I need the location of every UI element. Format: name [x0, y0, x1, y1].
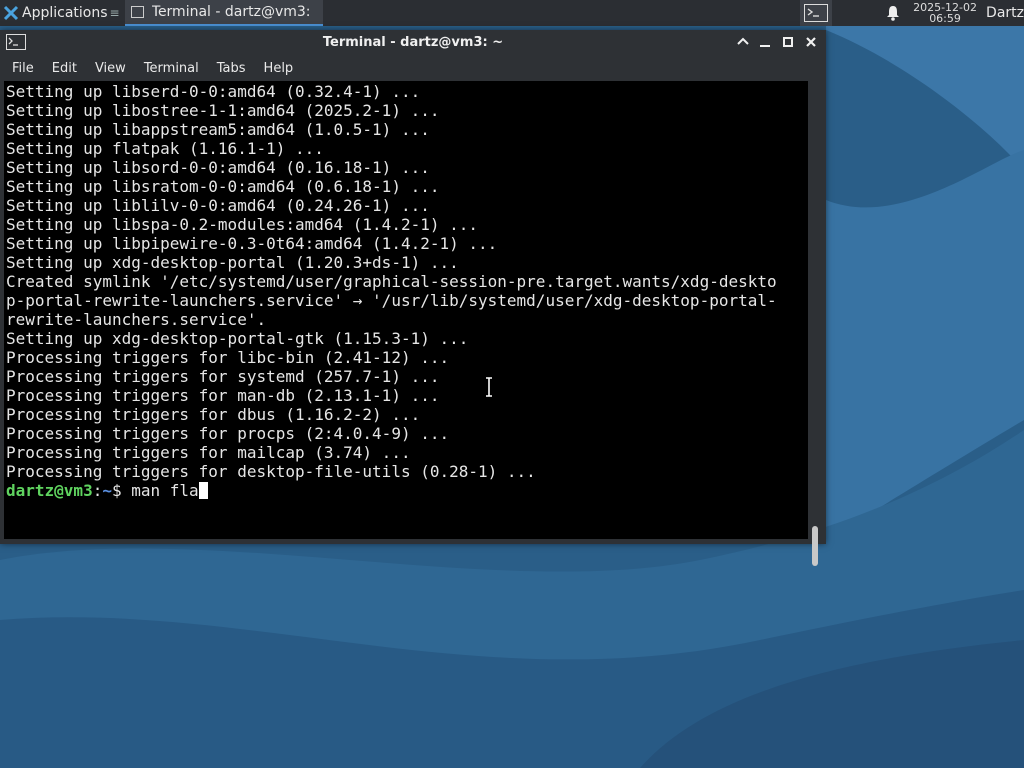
- maximize-button[interactable]: [779, 33, 797, 51]
- user-menu[interactable]: Dartz: [986, 5, 1024, 21]
- output-line: Processing triggers for systemd (257.7-1…: [6, 367, 440, 386]
- applications-menu-button[interactable]: Applications ≡: [0, 0, 123, 26]
- output-line: Created symlink '/etc/systemd/user/graph…: [6, 272, 777, 291]
- taskbar-terminal-button[interactable]: Terminal - dartz@vm3: ~: [124, 0, 323, 26]
- terminal-launcher-icon: [804, 4, 829, 22]
- menu-terminal[interactable]: Terminal: [138, 61, 205, 76]
- menu-edit[interactable]: Edit: [46, 61, 83, 76]
- output-line: Setting up liblilv-0-0:amd64 (0.24.26-1)…: [6, 196, 430, 215]
- terminal-text: Setting up libserd-0-0:amd64 (0.32.4-1) …: [6, 82, 777, 500]
- output-line: Setting up libsord-0-0:amd64 (0.16.18-1)…: [6, 158, 430, 177]
- bell-icon: [887, 6, 900, 21]
- menu-tabs[interactable]: Tabs: [211, 61, 252, 76]
- output-line: Setting up libserd-0-0:amd64 (0.32.4-1) …: [6, 82, 421, 101]
- panel-terminal-launcher[interactable]: [800, 0, 833, 26]
- output-line: Setting up libpipewire-0.3-0t64:amd64 (1…: [6, 234, 498, 253]
- output-line: Setting up libspa-0.2-modules:amd64 (1.4…: [6, 215, 479, 234]
- window-titlebar[interactable]: Terminal - dartz@vm3: ~: [0, 30, 826, 56]
- output-line: p-portal-rewrite-launchers.service' → '/…: [6, 291, 777, 310]
- window-title: Terminal - dartz@vm3: ~: [322, 35, 504, 50]
- output-line: Setting up libappstream5:amd64 (1.0.5-1)…: [6, 120, 430, 139]
- taskbar-terminal-label: Terminal - dartz@vm3: ~: [151, 4, 315, 20]
- output-line: Processing triggers for libc-bin (2.41-1…: [6, 348, 450, 367]
- notification-bell-icon[interactable]: [880, 5, 906, 21]
- terminal-output[interactable]: Setting up libserd-0-0:amd64 (0.32.4-1) …: [4, 81, 808, 539]
- output-line: Processing triggers for procps (2:4.0.4-…: [6, 424, 450, 443]
- output-line: Processing triggers for desktop-file-uti…: [6, 462, 536, 481]
- output-line: rewrite-launchers.service'.: [6, 310, 267, 329]
- ibeam-cursor-icon: [486, 377, 492, 397]
- xfce-logo-icon: [3, 5, 19, 21]
- clock-time: 06:59: [929, 12, 961, 25]
- prompt-user: dartz@vm3: [6, 481, 93, 500]
- prompt-path: ~: [102, 481, 112, 500]
- output-line: Processing triggers for man-db (2.13.1-1…: [6, 386, 440, 405]
- menu-file[interactable]: File: [6, 61, 40, 76]
- shade-chevron-up-icon[interactable]: [734, 33, 752, 51]
- output-line: Processing triggers for dbus (1.16.2-2) …: [6, 405, 421, 424]
- top-panel: Applications ≡ Terminal - dartz@vm3: ~ 2…: [0, 0, 1024, 26]
- output-line: Setting up libsratom-0-0:amd64 (0.6.18-1…: [6, 177, 440, 196]
- scrollbar-thumb[interactable]: [812, 526, 818, 566]
- clock[interactable]: 2025-12-02 06:59: [910, 2, 980, 24]
- prompt-line: dartz@vm3:~$ man fla: [6, 481, 208, 500]
- text-cursor: [198, 482, 208, 499]
- applications-more-icon: ≡: [109, 6, 120, 20]
- menu-view[interactable]: View: [89, 61, 132, 76]
- terminal-scrollbar[interactable]: [808, 81, 822, 566]
- terminal-icon: [130, 6, 144, 18]
- prompt-separator: :: [92, 481, 103, 500]
- command-input[interactable]: man fla: [131, 481, 198, 500]
- output-line: Processing triggers for mailcap (3.74) .…: [6, 443, 411, 462]
- output-line: Setting up xdg-desktop-portal-gtk (1.15.…: [6, 329, 469, 348]
- minimize-button[interactable]: [756, 33, 774, 51]
- terminal-window: Terminal - dartz@vm3: ~ File Edit View T…: [0, 30, 826, 566]
- close-button[interactable]: [802, 33, 820, 51]
- applications-label: Applications: [22, 5, 108, 21]
- output-line: Setting up libostree-1-1:amd64 (2025.2-1…: [6, 101, 440, 120]
- menubar: File Edit View Terminal Tabs Help: [0, 56, 826, 80]
- output-line: Setting up flatpak (1.16.1-1) ...: [6, 139, 324, 158]
- output-line: Setting up xdg-desktop-portal (1.20.3+ds…: [6, 253, 459, 272]
- menu-help[interactable]: Help: [258, 61, 300, 76]
- prompt-symbol: $: [111, 481, 132, 500]
